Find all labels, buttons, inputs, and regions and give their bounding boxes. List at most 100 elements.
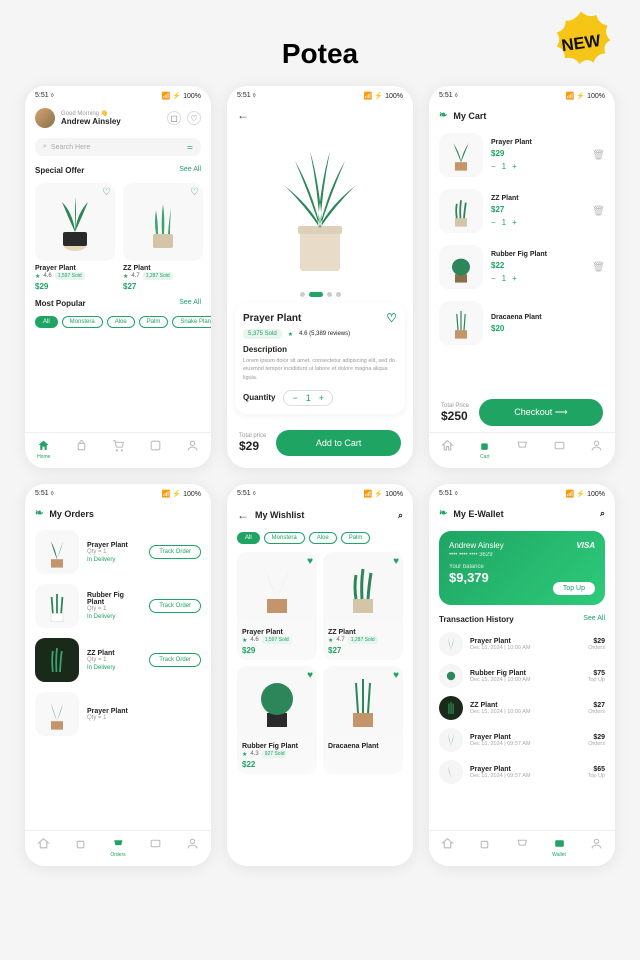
fav-icon[interactable]: ♡ <box>102 187 111 198</box>
balance-label: Your balance <box>449 564 595 570</box>
qty-stepper[interactable]: −1 + <box>283 390 333 406</box>
minus-icon[interactable]: − <box>491 162 496 171</box>
nav-home[interactable] <box>441 439 454 460</box>
delete-icon[interactable]: 🗑 <box>592 150 605 161</box>
page-title: My E-Wallet <box>453 509 503 519</box>
see-all-link[interactable]: See All <box>179 299 201 308</box>
chip[interactable]: All <box>237 532 260 544</box>
product-card[interactable]: ♡Prayer Plant★4.61,597 Sold$29 <box>35 183 115 291</box>
cart-item: Prayer Plant$29−1+🗑 <box>429 127 615 183</box>
plus-icon[interactable]: + <box>319 393 324 403</box>
nav-wallet[interactable] <box>149 837 162 858</box>
wishlist-item[interactable]: ♥ZZ Plant★4.71,287 Sold$27 <box>323 552 403 660</box>
minus-icon[interactable]: − <box>292 393 297 403</box>
nav-wishlist[interactable] <box>149 439 162 460</box>
item-name: Dracaena Plant <box>491 314 605 321</box>
plus-icon[interactable]: + <box>512 274 517 283</box>
qty-value: 1 <box>306 393 311 403</box>
nav-cart[interactable] <box>515 837 528 858</box>
chip[interactable]: Aloe <box>107 316 135 328</box>
back-icon[interactable]: ← <box>237 508 249 522</box>
price: $27 <box>328 646 398 655</box>
txn-date: Dec 15, 2024 | 09:57 AM <box>470 773 581 779</box>
chip[interactable]: Monstera <box>62 316 103 328</box>
rating: 4.6 (5,389 reviews) <box>299 331 350 337</box>
star-icon: ★ <box>35 273 40 280</box>
bottom-nav: Cart <box>429 432 615 468</box>
product-name: Prayer Plant <box>35 265 115 272</box>
txn-name: ZZ Plant <box>470 702 581 709</box>
txn-date: Dec 15, 2024 | 10:00 AM <box>470 645 581 651</box>
search-icon[interactable]: ⌕ <box>398 510 403 521</box>
nav-orders[interactable]: Orders <box>110 837 125 858</box>
search-input[interactable]: ⌕Search Here⚌ <box>35 138 201 156</box>
delete-icon[interactable]: 🗑 <box>592 262 605 273</box>
qty: 1 <box>502 274 506 283</box>
fav-icon[interactable]: ♥ <box>393 670 399 681</box>
chip[interactable]: Monstera <box>264 532 305 544</box>
item-name: Prayer Plant <box>87 708 201 715</box>
fav-icon[interactable]: ♥ <box>307 670 313 681</box>
total-price: $250 <box>441 409 469 423</box>
search-icon[interactable]: ⌕ <box>600 508 605 519</box>
delete-icon[interactable]: 🗑 <box>592 206 605 217</box>
checkout-button[interactable]: Checkout ⟶ <box>479 399 603 426</box>
nav-orders[interactable] <box>515 439 528 460</box>
fav-icon[interactable]: ♥ <box>307 556 313 567</box>
nav-shop[interactable] <box>478 837 491 858</box>
fav-icon[interactable]: ♡ <box>386 311 397 325</box>
chip[interactable]: Palm <box>139 316 169 328</box>
back-icon[interactable]: ← <box>237 108 249 122</box>
fav-icon[interactable]: ♡ <box>190 187 199 198</box>
status-time: 5:51 ⬨ <box>439 490 458 498</box>
add-to-cart-button[interactable]: Add to Cart <box>276 430 401 456</box>
nav-profile[interactable] <box>186 837 199 858</box>
plus-icon[interactable]: + <box>512 218 517 227</box>
status: In Delivery <box>87 557 141 563</box>
nav-home[interactable] <box>441 837 454 858</box>
nav-cart[interactable]: Cart <box>478 439 491 460</box>
see-all-link[interactable]: See All <box>179 166 201 175</box>
nav-shop[interactable] <box>74 837 87 858</box>
product-card[interactable]: ♡ZZ Plant★4.71,287 Sold$27 <box>123 183 203 291</box>
price: $29 <box>35 282 115 291</box>
nav-home[interactable] <box>37 837 50 858</box>
chip[interactable]: Palm <box>341 532 371 544</box>
avatar[interactable] <box>35 108 55 128</box>
item-price: $20 <box>491 324 605 333</box>
chip[interactable]: Snake Plant <box>172 316 211 328</box>
track-button[interactable]: Track Order <box>149 653 201 667</box>
nav-profile[interactable] <box>590 837 603 858</box>
filter-icon[interactable]: ⚌ <box>187 143 193 151</box>
track-button[interactable]: Track Order <box>149 599 201 613</box>
minus-icon[interactable]: − <box>491 274 496 283</box>
topup-button[interactable]: Top Up <box>553 582 595 595</box>
plus-icon[interactable]: + <box>512 162 517 171</box>
bell-icon[interactable]: ▢ <box>167 111 181 125</box>
carousel-dots[interactable] <box>227 288 413 303</box>
nav-wallet[interactable] <box>553 439 566 460</box>
chip[interactable]: Aloe <box>309 532 337 544</box>
status-battery: 📶 ⚡ 100% <box>364 92 403 100</box>
heart-icon[interactable]: ♡ <box>187 111 201 125</box>
desc-text: Lorem ipsum dolor sit amet, consectetur … <box>243 357 397 382</box>
nav-cart[interactable] <box>112 439 125 460</box>
search-placeholder: Search Here <box>51 144 90 151</box>
nav-home[interactable]: Home <box>37 439 50 460</box>
nav-profile[interactable] <box>186 439 199 460</box>
wishlist-item[interactable]: ♥Dracaena Plant <box>323 666 403 774</box>
wishlist-item[interactable]: ♥Rubber Fig Plant★4.3927 Sold$22 <box>237 666 317 774</box>
sold-badge: 1,287 Sold <box>143 272 173 280</box>
fav-icon[interactable]: ♥ <box>393 556 399 567</box>
see-all-link[interactable]: See All <box>583 615 605 624</box>
track-button[interactable]: Track Order <box>149 545 201 559</box>
chip[interactable]: All <box>35 316 58 328</box>
status-time: 5:51 ⬨ <box>35 92 54 100</box>
rating: 4.7 <box>131 273 139 279</box>
nav-profile[interactable] <box>590 439 603 460</box>
nav-shop[interactable] <box>75 439 88 460</box>
star-icon: ★ <box>123 273 128 280</box>
wishlist-item[interactable]: ♥Prayer Plant★4.61,597 Sold$29 <box>237 552 317 660</box>
minus-icon[interactable]: − <box>491 218 496 227</box>
nav-wallet[interactable]: Wallet <box>552 837 566 858</box>
